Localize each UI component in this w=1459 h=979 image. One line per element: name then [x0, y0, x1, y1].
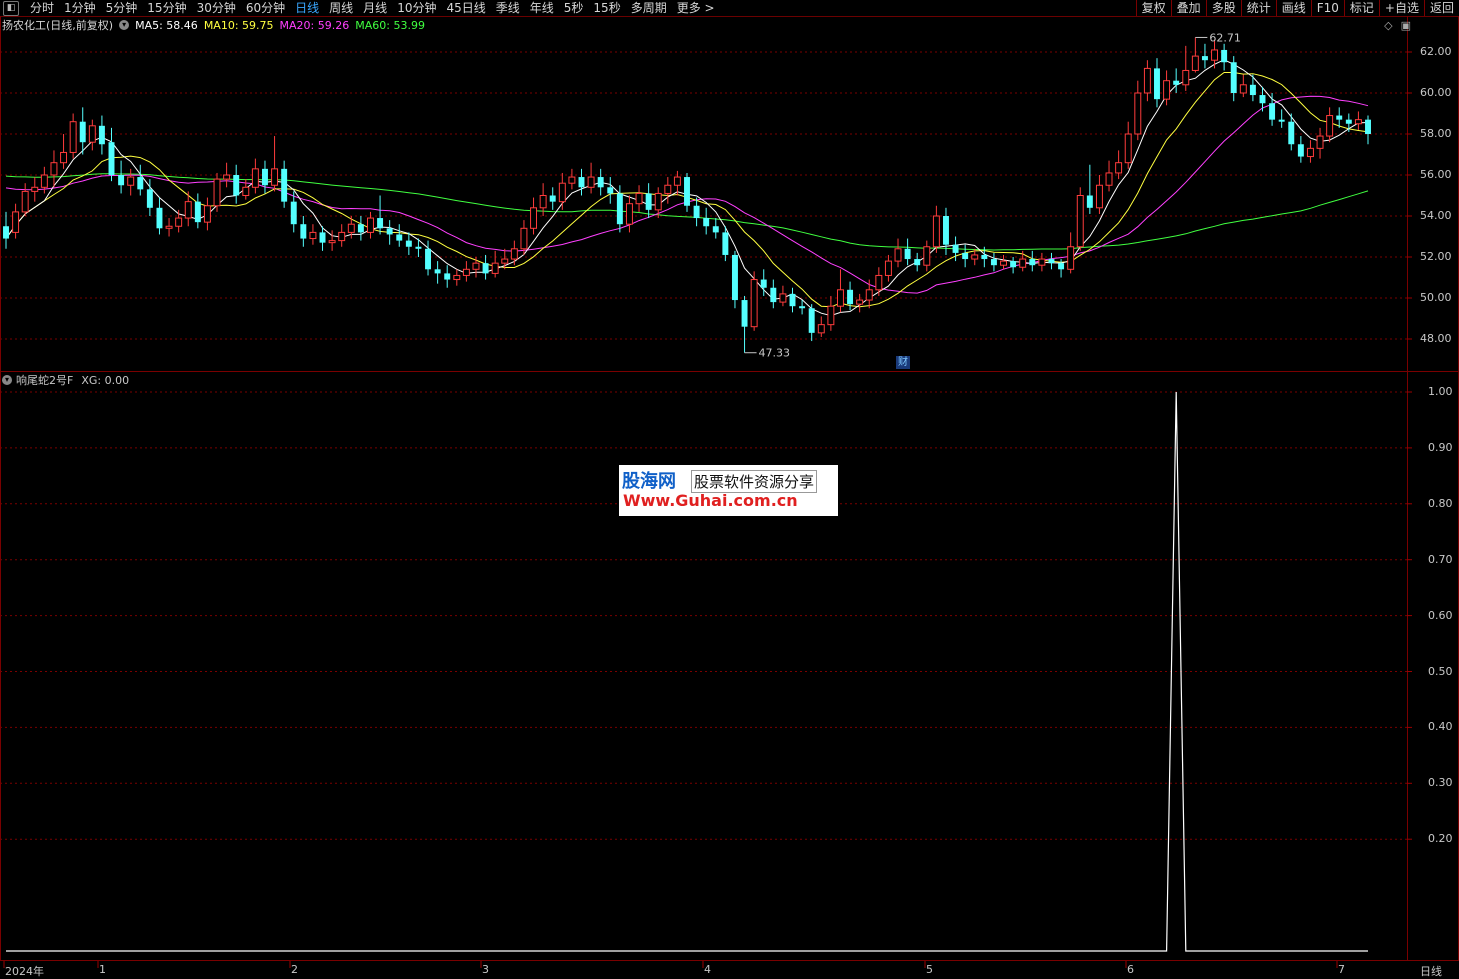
period-tab[interactable]: 5分钟	[101, 0, 143, 16]
period-tab[interactable]: 5秒	[559, 0, 589, 16]
date-tick: 7	[1338, 963, 1345, 976]
indicator-tick: 0.90	[1428, 440, 1453, 454]
period-tab[interactable]: 30分钟	[192, 0, 241, 16]
toolbar-actions: 复权 叠加 多股 统计 画线 F10 标记 +自选 返回	[1135, 0, 1459, 16]
collapse-icon[interactable]: ◧	[3, 0, 19, 16]
window-icon[interactable]: ▣	[1401, 19, 1411, 32]
date-tick: 2	[291, 963, 298, 976]
period-tab[interactable]: 60分钟	[241, 0, 290, 16]
indicator-panel	[0, 371, 1408, 961]
indicator-settings-icon[interactable]: ▾	[2, 375, 12, 385]
date-tick: 1	[99, 963, 106, 976]
price-tick: 56.00	[1420, 168, 1452, 181]
indicator-tick: 0.30	[1428, 776, 1453, 790]
indicator-tick: 0.20	[1428, 832, 1453, 846]
watermark-brand: 股海网	[622, 471, 676, 492]
period-tab[interactable]: 日线	[290, 0, 324, 16]
toolbar-button[interactable]: 多股	[1205, 0, 1241, 16]
ma-legend-item: MA10: 59.75	[203, 18, 274, 32]
period-tab[interactable]: 分时	[25, 0, 59, 16]
diamond-icon[interactable]: ◇	[1384, 19, 1392, 32]
indicator-title: 响尾蛇2号F	[16, 374, 74, 387]
toolbar-button[interactable]: 叠加	[1170, 0, 1206, 16]
toolbar-button[interactable]: 返回	[1423, 0, 1459, 16]
date-tick: 5	[926, 963, 933, 976]
period-tab[interactable]: 周线	[324, 0, 358, 16]
indicator-tick: 1.00	[1428, 385, 1453, 398]
period-tab[interactable]: 1分钟	[59, 0, 101, 16]
watermark-url: Www.Guhai.com.cn	[623, 491, 798, 510]
period-tab[interactable]: 10分钟	[392, 0, 441, 16]
period-tab[interactable]: 15分钟	[142, 0, 191, 16]
price-tick: 52.00	[1420, 250, 1452, 263]
toolbar-button[interactable]: 标记	[1343, 0, 1379, 16]
price-tick: 62.00	[1420, 45, 1452, 58]
indicator-tick: 0.80	[1428, 496, 1453, 510]
main-chart-legend: 扬农化工(日线,前复权) ▾ MA5: 58.46 MA10: 59.75 MA20…	[2, 18, 425, 33]
period-tab[interactable]: 月线	[358, 0, 392, 16]
ma-legend: MA5: 58.46 MA10: 59.75 MA20: 59.26 MA60: 53…	[135, 19, 425, 32]
price-tick: 58.00	[1420, 127, 1452, 140]
finance-badge[interactable]: 财	[896, 356, 910, 369]
indicator-tick: 0.60	[1428, 608, 1453, 622]
toolbar-button[interactable]: 复权	[1135, 0, 1171, 16]
toolbar-button[interactable]: 画线	[1275, 0, 1311, 16]
toolbar-button[interactable]: +自选	[1378, 0, 1424, 16]
period-tab[interactable]: 多周期	[626, 0, 672, 16]
price-axis-panel	[1407, 16, 1459, 372]
settings-circle-icon[interactable]: ▾	[119, 20, 130, 30]
price-tick: 60.00	[1420, 86, 1452, 99]
period-tab[interactable]: 15秒	[588, 0, 625, 16]
ma-legend-item: MA20: 59.26	[279, 18, 350, 32]
price-tick: 54.00	[1420, 209, 1452, 222]
indicator-legend: ▾ 响尾蛇2号F XG: 0.00	[2, 373, 129, 387]
period-tabs: ◧ 分时 1分钟 5分钟 15分钟 30分钟 60分钟 日线 周线 月线 10分钟 45日线 季线 年线…	[0, 0, 720, 16]
date-tick: 6	[1127, 963, 1134, 976]
main-chart-panel	[0, 16, 1408, 372]
toolbar-button[interactable]: 统计	[1240, 0, 1276, 16]
period-tab[interactable]: 年线	[525, 0, 559, 16]
watermark-logo: 股海网 股票软件资源分享 Www.Guhai.com.cn	[619, 465, 838, 516]
indicator-tick: 0.40	[1428, 720, 1453, 734]
watermark-slogan: 股票软件资源分享	[691, 470, 818, 493]
chart-corner-controls: ◇ ▣	[1384, 19, 1411, 32]
period-tab[interactable]: 45日线	[441, 0, 490, 16]
price-tick: 50.00	[1420, 291, 1452, 304]
indicator-value: XG: 0.00	[81, 373, 130, 387]
period-toolbar: ◧ 分时 1分钟 5分钟 15分钟 30分钟 60分钟 日线 周线 月线 10分钟 45日线 季线 年线…	[0, 0, 1459, 17]
period-tab[interactable]: 更多 >	[672, 0, 720, 16]
price-tick: 48.00	[1420, 332, 1452, 345]
period-tab[interactable]: 季线	[491, 0, 525, 16]
ma-legend-item: MA60: 53.99	[355, 18, 425, 32]
date-tick: 4	[704, 963, 711, 976]
indicator-tick: 0.50	[1428, 664, 1453, 678]
stock-title: 扬农化工(日线,前复权)	[2, 19, 114, 32]
ma-legend-item: MA5: 58.46	[135, 18, 198, 32]
date-tick: 3	[482, 963, 489, 976]
toolbar-button[interactable]: F10	[1310, 0, 1344, 16]
indicator-tick: 0.70	[1428, 552, 1453, 566]
